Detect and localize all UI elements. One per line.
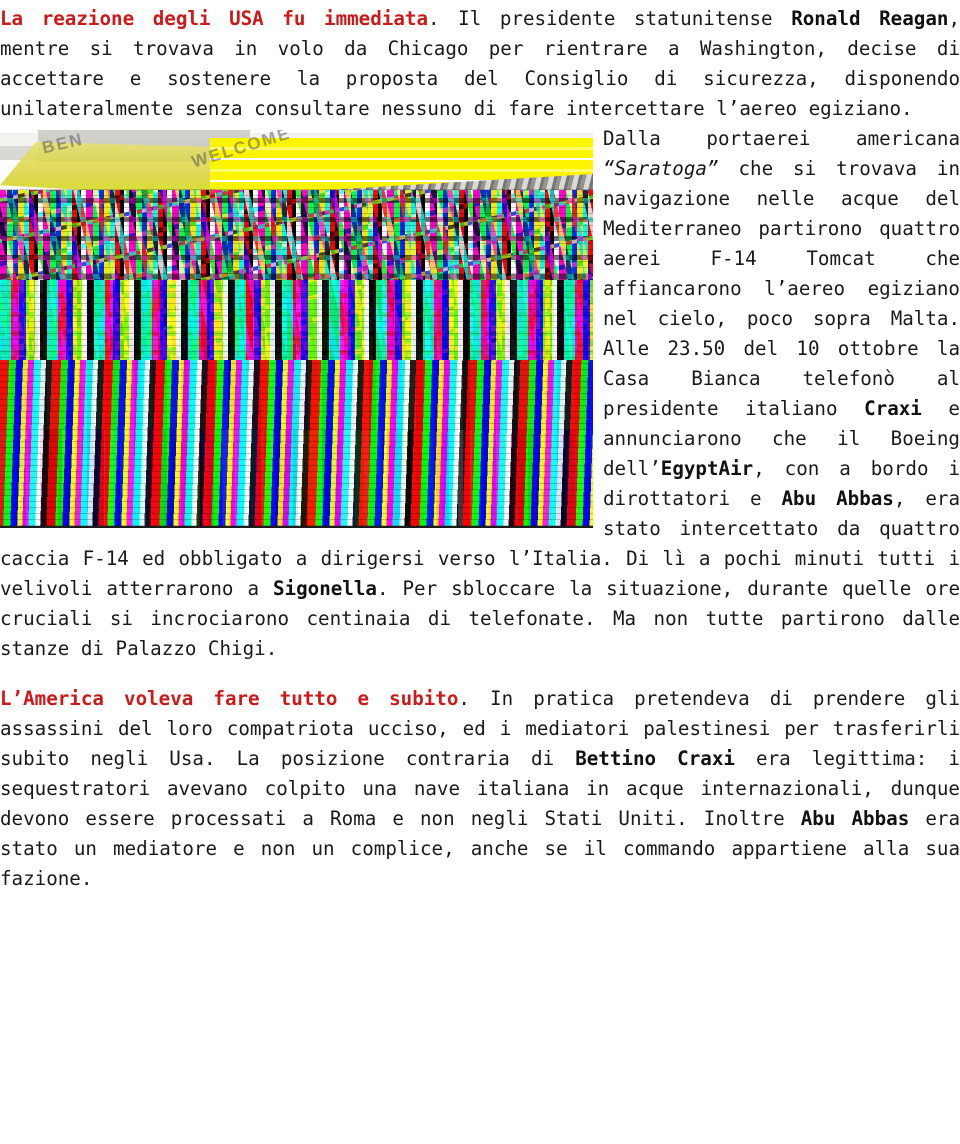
paragraph-1-bold-reagan: Ronald Reagan xyxy=(791,7,949,30)
paragraph-3: L’America voleva fare tutto e subito. In… xyxy=(0,684,960,894)
paragraph-2-text-b: che si trovava in navigazione nelle acqu… xyxy=(603,157,960,420)
document-page: La reazione degli USA fu immediata. Il p… xyxy=(0,4,960,1144)
paragraph-1-lead: La reazione degli USA fu immediata xyxy=(0,7,428,30)
photo-layer-scanlines xyxy=(0,185,593,526)
paragraph-2-italic-saratoga: “Saratoga” xyxy=(603,157,719,180)
paragraph-2-bold-abu-abbas: Abu Abbas xyxy=(781,487,894,510)
paragraph-1: La reazione degli USA fu immediata. Il p… xyxy=(0,4,960,124)
article-body: La reazione degli USA fu immediata. Il p… xyxy=(0,4,960,894)
paragraph-2-text-a: Dalla portaerei americana xyxy=(603,127,960,150)
figure-glitched-photo: BEN WELCOME xyxy=(0,130,593,528)
photo-canvas: BEN WELCOME xyxy=(0,130,593,526)
paragraph-2-bold-egyptair: EgyptAir xyxy=(660,457,754,480)
paragraph-3-bold-bettino-craxi: Bettino Craxi xyxy=(575,747,735,770)
paragraph-3-lead: L’America voleva fare tutto e subito xyxy=(0,687,459,710)
paragraph-2-bold-craxi: Craxi xyxy=(864,397,922,420)
paragraph-1-text-a: . Il presidente statunitense xyxy=(428,7,792,30)
paragraph-2-bold-sigonella: Sigonella xyxy=(272,577,377,600)
paragraph-3-bold-abu-abbas: Abu Abbas xyxy=(800,807,910,830)
